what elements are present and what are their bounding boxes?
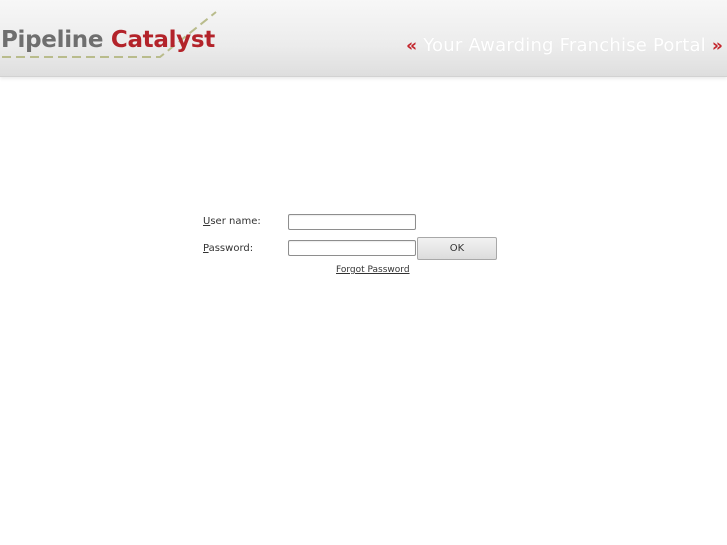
tagline-open-quote: « [406,36,418,56]
pipeline-catalyst-logo: Pipeline Catalyst [0,10,230,65]
username-input[interactable] [288,214,416,230]
tagline-text: Your Awarding Franchise Portal [423,35,706,56]
forgot-password-link[interactable]: Forgot Password [336,265,410,275]
password-label: Password: [203,243,254,254]
username-label: User name: [203,216,261,227]
tagline-close-quote: » [711,36,723,56]
header-banner: Pipeline Catalyst « Your Awarding Franch… [0,0,727,77]
logo-word-catalyst: Catalyst [110,27,215,53]
ok-button[interactable]: OK [417,237,497,260]
logo-text: Pipeline Catalyst [1,27,215,53]
tagline: « Your Awarding Franchise Portal » [406,35,723,56]
password-input[interactable] [288,240,416,256]
logo-word-pipeline: Pipeline [1,27,104,53]
